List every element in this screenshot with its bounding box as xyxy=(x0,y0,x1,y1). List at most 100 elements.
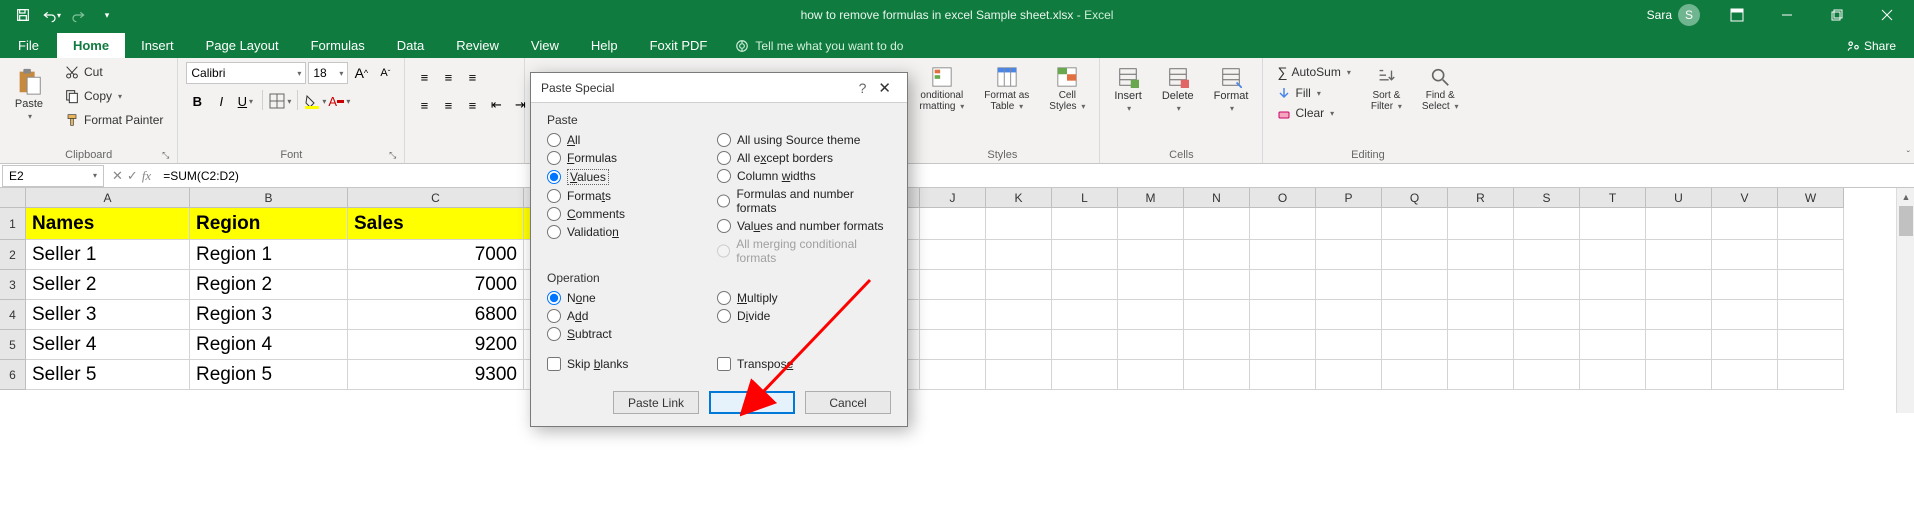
column-header[interactable]: W xyxy=(1778,188,1844,208)
cell[interactable]: Seller 2 xyxy=(26,270,190,300)
cell[interactable] xyxy=(1382,360,1448,390)
cell[interactable] xyxy=(1778,300,1844,330)
cell[interactable] xyxy=(1052,208,1118,240)
font-size-dropdown[interactable]: 18▾ xyxy=(308,62,348,84)
row-header[interactable]: 1 xyxy=(0,208,26,240)
cell[interactable] xyxy=(1580,360,1646,390)
cell[interactable] xyxy=(1316,208,1382,240)
radio-values-num[interactable]: Values and number formats xyxy=(717,217,891,235)
cancel-button[interactable]: Cancel xyxy=(805,391,891,414)
cell[interactable] xyxy=(1712,330,1778,360)
cell[interactable]: Seller 4 xyxy=(26,330,190,360)
cell[interactable] xyxy=(920,240,986,270)
autosum-button[interactable]: ∑AutoSum▾ xyxy=(1271,62,1356,82)
cell[interactable] xyxy=(1448,300,1514,330)
align-top-button[interactable]: ≡ xyxy=(413,66,435,88)
cell[interactable] xyxy=(1118,330,1184,360)
cell[interactable] xyxy=(1646,330,1712,360)
radio-divide[interactable]: Divide xyxy=(717,307,891,325)
cell[interactable] xyxy=(1250,300,1316,330)
cell[interactable] xyxy=(1250,330,1316,360)
cell-styles-button[interactable]: CellStyles ▾ xyxy=(1043,62,1091,116)
format-cells-button[interactable]: Format▾ xyxy=(1208,62,1255,117)
column-header[interactable]: A xyxy=(26,188,190,208)
cell[interactable] xyxy=(1712,270,1778,300)
radio-comments[interactable]: Comments xyxy=(547,205,717,223)
radio-formulas-num[interactable]: Formulas and number formats xyxy=(717,185,891,217)
tab-data[interactable]: Data xyxy=(381,33,440,58)
undo-button[interactable]: ▾ xyxy=(38,2,64,28)
cell[interactable]: 7000 xyxy=(348,240,524,270)
cell[interactable] xyxy=(1712,240,1778,270)
qat-customize[interactable]: ▾ xyxy=(94,2,120,28)
radio-all[interactable]: All xyxy=(547,131,717,149)
align-middle-button[interactable]: ≡ xyxy=(437,66,459,88)
radio-values[interactable]: Values xyxy=(547,167,717,187)
column-header[interactable]: K xyxy=(986,188,1052,208)
row-header[interactable]: 6 xyxy=(0,360,26,390)
cell[interactable] xyxy=(1712,208,1778,240)
vertical-scrollbar[interactable]: ▲ xyxy=(1896,188,1914,413)
select-all-corner[interactable] xyxy=(0,188,26,208)
underline-button[interactable]: U▾ xyxy=(234,90,256,112)
ribbon-options-button[interactable] xyxy=(1714,0,1760,30)
formula-input[interactable]: =SUM(C2:D2) xyxy=(157,167,1914,185)
cell[interactable] xyxy=(1316,300,1382,330)
radio-formulas[interactable]: Formulas xyxy=(547,149,717,167)
account-button[interactable]: Sara S xyxy=(1637,4,1710,26)
row-header[interactable]: 2 xyxy=(0,240,26,270)
scroll-thumb[interactable] xyxy=(1899,206,1913,236)
align-right-button[interactable]: ≡ xyxy=(461,94,483,116)
cell[interactable] xyxy=(920,300,986,330)
cell[interactable]: 7000 xyxy=(348,270,524,300)
save-button[interactable] xyxy=(10,2,36,28)
cell[interactable] xyxy=(1184,360,1250,390)
tab-file[interactable]: File xyxy=(0,33,57,58)
cell[interactable] xyxy=(1118,270,1184,300)
cell[interactable] xyxy=(1250,270,1316,300)
clear-button[interactable]: Clear▾ xyxy=(1271,104,1356,122)
cell[interactable] xyxy=(1382,270,1448,300)
cell[interactable] xyxy=(1052,240,1118,270)
cell[interactable]: Region 4 xyxy=(190,330,348,360)
minimize-button[interactable] xyxy=(1764,0,1810,30)
cell[interactable]: 9200 xyxy=(348,330,524,360)
font-color-button[interactable]: A▾ xyxy=(328,90,350,112)
decrease-font-button[interactable]: Aˇ xyxy=(374,62,396,84)
cell[interactable] xyxy=(986,300,1052,330)
column-header[interactable]: U xyxy=(1646,188,1712,208)
worksheet-grid[interactable]: ABCDEFGHIJKLMNOPQRSTUVW 123456 NamesRegi… xyxy=(0,188,1914,413)
column-header[interactable]: C xyxy=(348,188,524,208)
dialog-close-button[interactable]: ✕ xyxy=(872,79,897,97)
cell[interactable]: Names xyxy=(26,208,190,240)
cell[interactable] xyxy=(1052,300,1118,330)
cell[interactable] xyxy=(1184,208,1250,240)
column-header[interactable]: M xyxy=(1118,188,1184,208)
cell[interactable] xyxy=(1646,300,1712,330)
tell-me-box[interactable]: Tell me what you want to do xyxy=(723,34,915,58)
column-header[interactable]: B xyxy=(190,188,348,208)
enter-formula-button[interactable]: ✓ xyxy=(127,168,138,184)
align-center-button[interactable]: ≡ xyxy=(437,94,459,116)
cell[interactable] xyxy=(1316,330,1382,360)
fill-color-button[interactable]: ▾ xyxy=(304,90,326,112)
insert-cells-button[interactable]: Insert▾ xyxy=(1108,62,1148,117)
clipboard-launcher[interactable]: ⤡ xyxy=(162,150,169,161)
cell[interactable] xyxy=(920,330,986,360)
bold-button[interactable]: B xyxy=(186,90,208,112)
cell[interactable] xyxy=(1316,270,1382,300)
cancel-formula-button[interactable]: ✕ xyxy=(112,168,123,184)
cell[interactable]: 9300 xyxy=(348,360,524,390)
cell[interactable] xyxy=(986,360,1052,390)
ok-button[interactable]: OK xyxy=(709,391,795,414)
cell[interactable] xyxy=(1514,300,1580,330)
checkbox-transpose[interactable]: Transpose xyxy=(717,355,891,373)
cell[interactable] xyxy=(1250,240,1316,270)
cell[interactable]: Seller 3 xyxy=(26,300,190,330)
cell[interactable] xyxy=(1580,240,1646,270)
cell[interactable] xyxy=(920,360,986,390)
decrease-indent-button[interactable]: ⇤ xyxy=(485,94,507,116)
font-launcher[interactable]: ⤡ xyxy=(389,150,396,161)
increase-font-button[interactable]: A^ xyxy=(350,62,372,84)
tab-review[interactable]: Review xyxy=(440,33,515,58)
